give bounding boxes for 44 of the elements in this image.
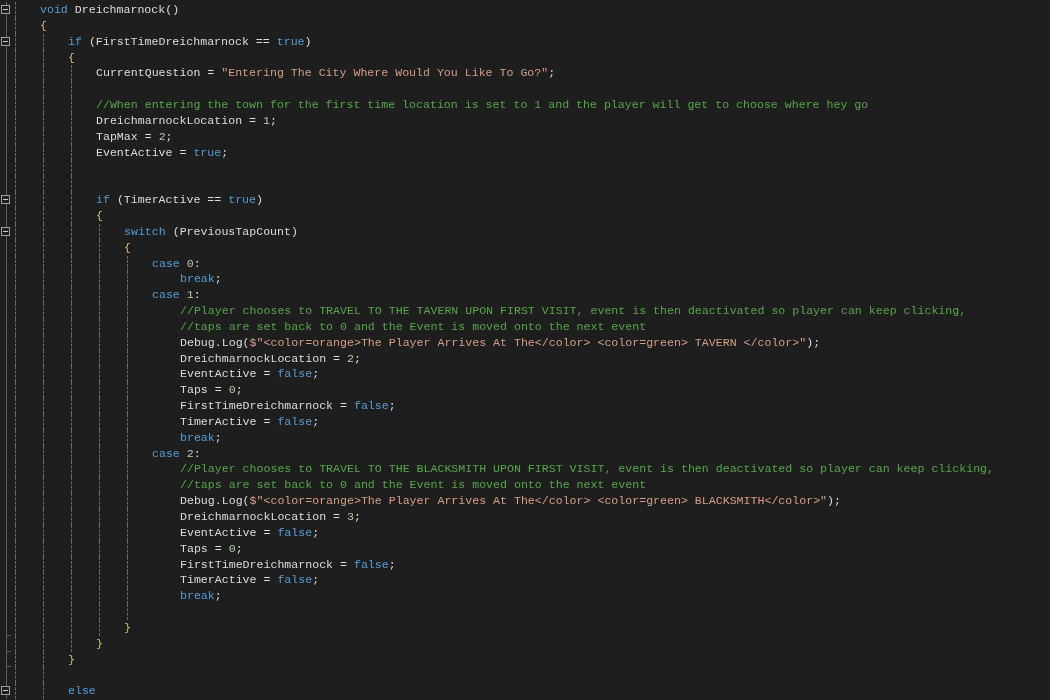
code-line: TapMax = 2; xyxy=(96,128,173,145)
collapse-icon[interactable] xyxy=(1,195,10,205)
code-line: } xyxy=(96,635,103,652)
code-line: TimerActive = false; xyxy=(180,413,320,430)
code-line: else xyxy=(68,683,96,700)
code-line: { xyxy=(124,239,131,256)
code-line: case 2: xyxy=(152,445,201,462)
collapse-icon[interactable] xyxy=(1,36,10,46)
code-line: EventActive = false; xyxy=(180,524,320,541)
collapse-icon[interactable] xyxy=(1,226,10,236)
code-line: DreichmarnockLocation = 1; xyxy=(96,112,277,129)
code-line: //Player chooses to TRAVEL TO THE TAVERN UPON FIRST VISIT, event is then deactivated so player can keep clicking, xyxy=(180,303,967,319)
code-line: break; xyxy=(180,429,222,446)
code-line: } xyxy=(68,651,75,668)
code-line: Taps = 0; xyxy=(180,382,243,399)
code-line: //taps are set back to 0 and the Event is moved onto the next event xyxy=(180,318,647,335)
collapse-icon[interactable] xyxy=(1,686,10,696)
code-line: if (FirstTimeDreichmarnock == true) xyxy=(68,33,312,50)
code-line: TimerActive = false; xyxy=(180,572,320,589)
code-line: switch (PreviousTapCount) xyxy=(124,223,298,240)
code-line: break; xyxy=(180,271,222,288)
code-line: //Player chooses to TRAVEL TO THE BLACKSMITH UPON FIRST VISIT, event is then deactivated so player can keep clicking, xyxy=(180,461,994,478)
code-line: EventActive = false; xyxy=(180,366,320,383)
code-line: FirstTimeDreichmarnock = false; xyxy=(180,556,396,573)
code-line: DreichmarnockLocation = 2; xyxy=(180,350,361,367)
code-line: } xyxy=(124,619,131,636)
code-line: FirstTimeDreichmarnock = false; xyxy=(180,398,396,414)
code-line: case 0: xyxy=(152,255,201,272)
code-line: EventActive = true; xyxy=(96,144,229,161)
code-line: { xyxy=(40,17,47,34)
code-line: //taps are set back to 0 and the Event is moved onto the next event xyxy=(180,477,647,494)
code-line: Debug.Log($"<color=orange>The Player Arrives At The</color> <color=green> TAVERN </color>"); xyxy=(180,334,821,351)
code-line: void Dreichmarnock() xyxy=(40,2,180,18)
code-line: //When entering the town for the first time location is set to 1 and the player will get to choose where hey go xyxy=(96,97,869,113)
collapse-icon[interactable] xyxy=(1,5,10,14)
code-line: DreichmarnockLocation = 3; xyxy=(180,509,361,525)
code-line: Taps = 0; xyxy=(180,540,243,557)
code-line: break; xyxy=(180,588,222,605)
code-line: { xyxy=(96,207,103,224)
code-line: CurrentQuestion = "Entering The City Where Would You Like To Go?"; xyxy=(96,65,556,82)
code-line: { xyxy=(68,49,75,66)
code-line: case 1: xyxy=(152,287,201,304)
code-line: if (TimerActive == true) xyxy=(96,192,263,208)
code-line: Debug.Log($"<color=orange>The Player Arrives At The</color> <color=green> BLACKSMITH</color>"); xyxy=(180,493,841,509)
